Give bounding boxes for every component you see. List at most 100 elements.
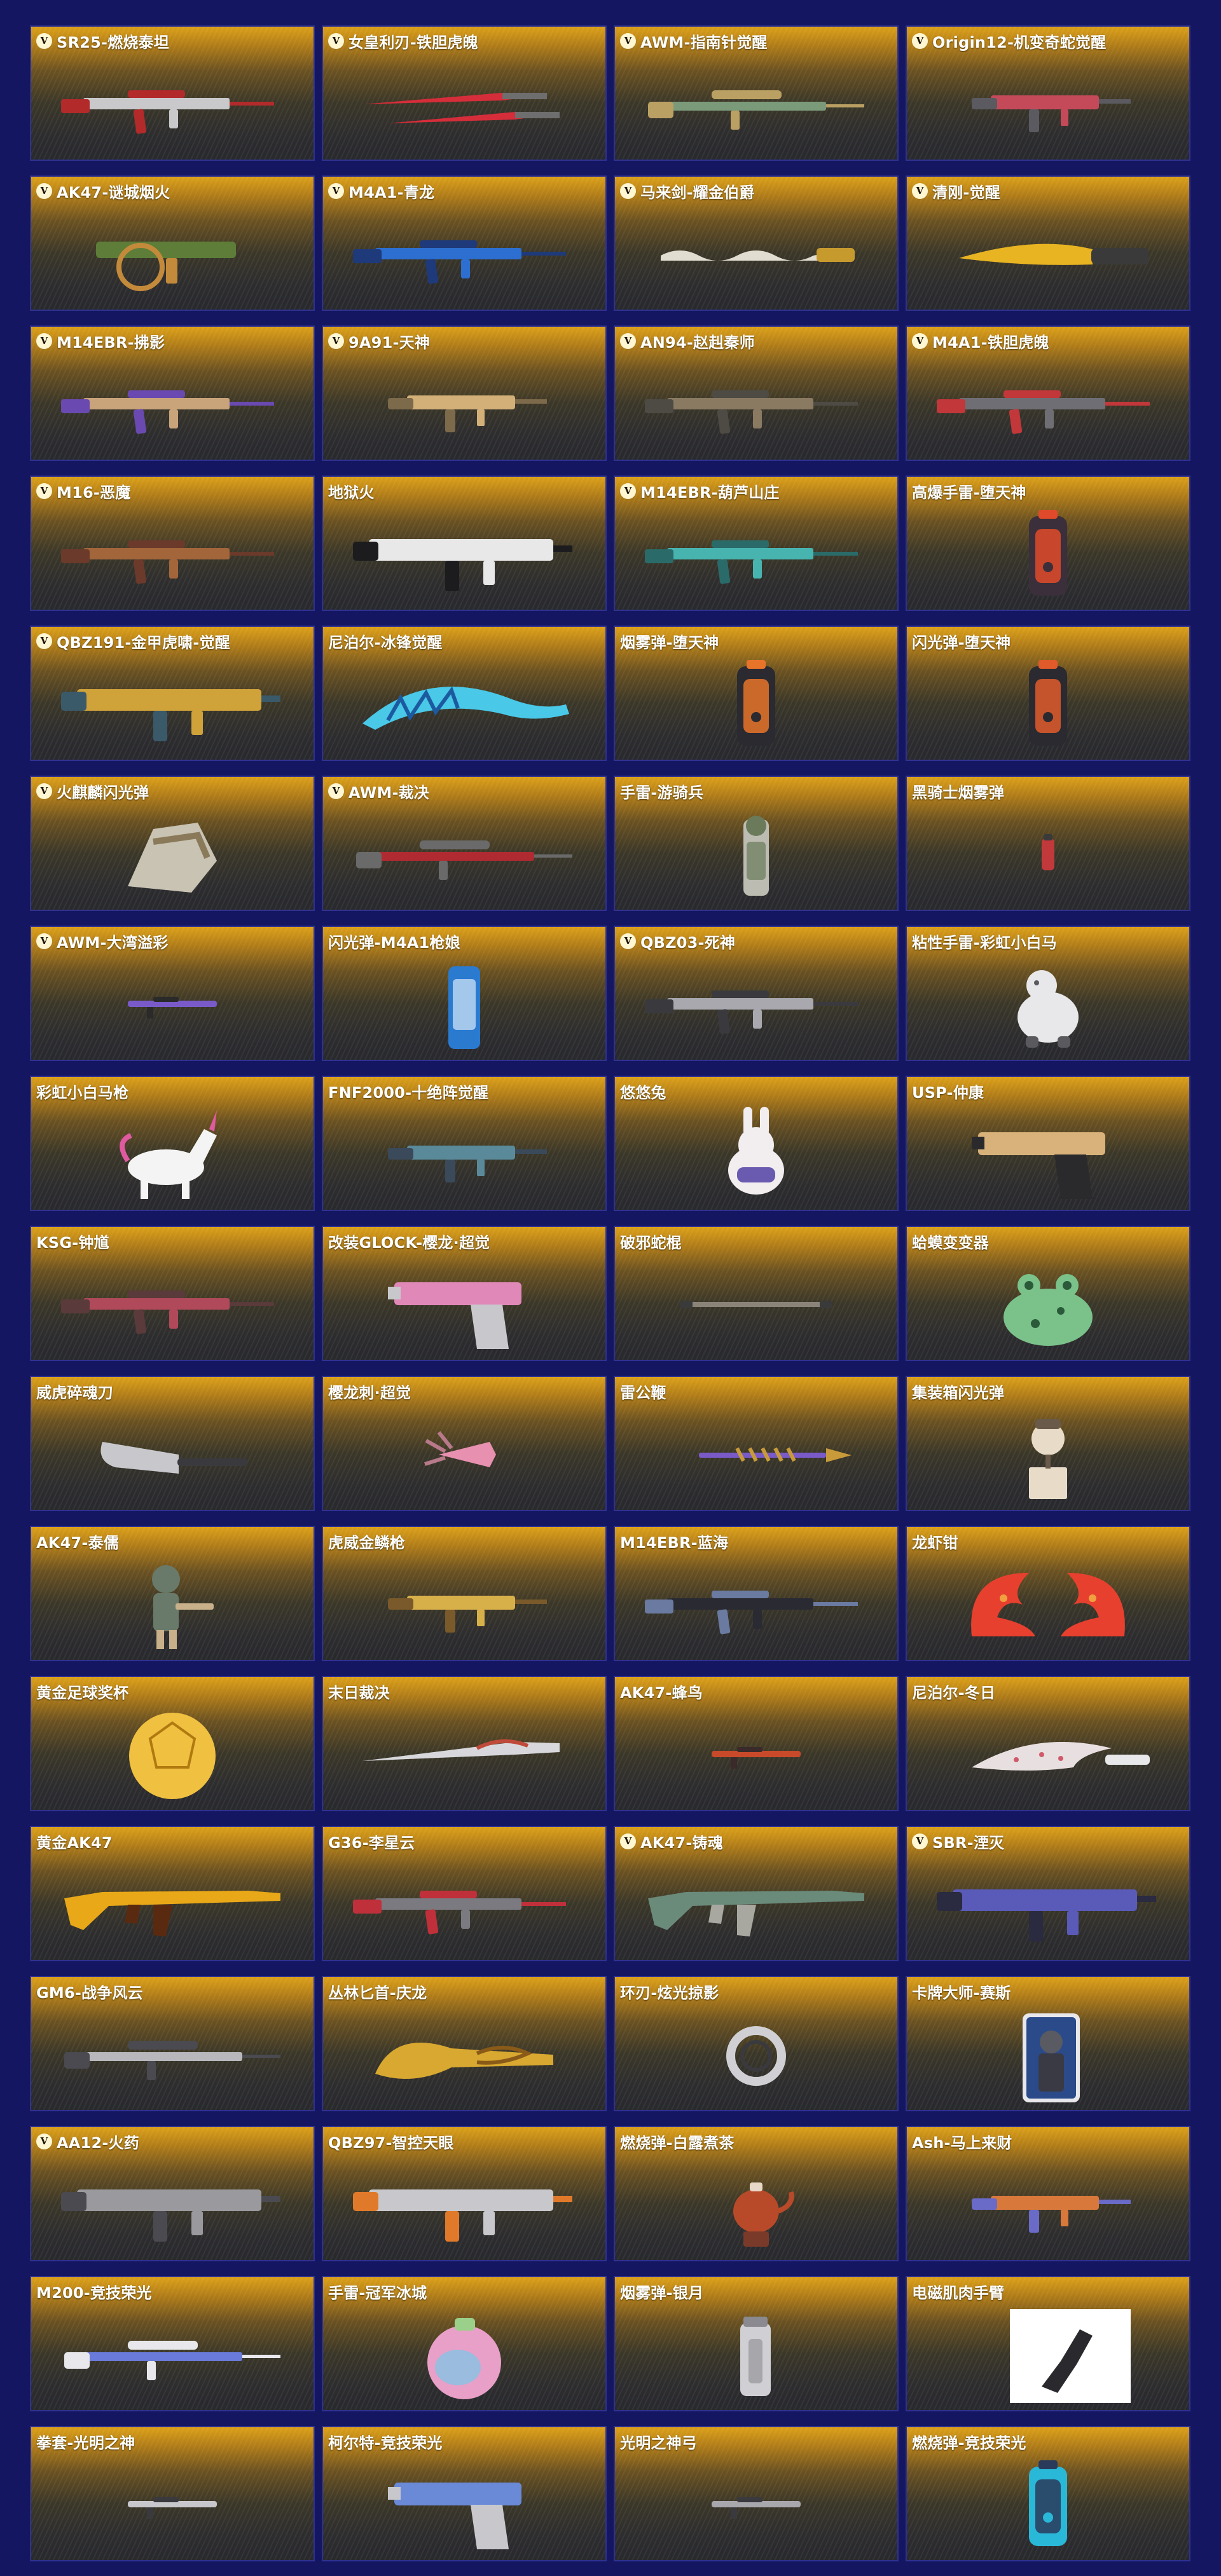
item-name: 闪光弹-堕天神 <box>912 633 1011 652</box>
item-card[interactable]: 粘性手雷-彩虹小白马 <box>906 926 1190 1061</box>
item-card[interactable]: 黄金AK47 <box>30 1826 315 1961</box>
item-header: 手雷-冠军冰城 <box>328 2282 602 2302</box>
item-card[interactable]: V 马来剑-耀金伯爵 <box>614 175 899 311</box>
item-name: 末日裁决 <box>328 1683 390 1702</box>
item-card[interactable]: 雷公鞭 <box>614 1376 899 1511</box>
item-image <box>31 1102 314 1206</box>
item-name: AWM-指南针觉醒 <box>640 33 768 51</box>
item-header: 闪光弹-M4A1枪娘 <box>328 931 602 952</box>
item-image <box>31 652 314 756</box>
item-card[interactable]: V 清刚-觉醒 <box>906 175 1190 311</box>
item-header: 丛林匕首-庆龙 <box>328 1982 602 2002</box>
item-card[interactable]: USP-仲康 <box>906 1076 1190 1211</box>
item-card[interactable]: 拳套-光明之神 <box>30 2426 315 2561</box>
item-name: 烟雾弹-堕天神 <box>620 633 719 652</box>
item-name: 虎威金鳞枪 <box>328 1533 405 1552</box>
item-card[interactable]: FNF2000-十绝阵觉醒 <box>322 1076 607 1211</box>
item-card[interactable]: 末日裁决 <box>322 1676 607 1811</box>
item-card[interactable]: V Origin12-机变奇蛇觉醒 <box>906 25 1190 161</box>
item-card[interactable]: 尼泊尔-冰锋觉醒 <box>322 626 607 761</box>
item-card[interactable]: V M14EBR-葫芦山庄 <box>614 476 899 611</box>
item-card[interactable]: GM6-战争风云 <box>30 1976 315 2111</box>
item-name: 改装GLOCK-樱龙·超觉 <box>328 1233 490 1252</box>
item-card[interactable]: 蛤蟆变变器 <box>906 1226 1190 1361</box>
item-card[interactable]: M14EBR-蓝海 <box>614 1526 899 1661</box>
item-card[interactable]: QBZ97-智控天眼 <box>322 2126 607 2261</box>
item-header: 雷公鞭 <box>620 1381 893 1402</box>
item-card[interactable]: V AN94-赵赳秦师 <box>614 325 899 461</box>
item-card[interactable]: V AWM-裁决 <box>322 776 607 911</box>
item-card[interactable]: V M4A1-铁胆虎魄 <box>906 325 1190 461</box>
item-card[interactable]: KSG-钟馗 <box>30 1226 315 1361</box>
item-card[interactable]: 光明之神弓 <box>614 2426 899 2561</box>
item-name: 烟雾弹-银月 <box>620 2284 704 2302</box>
item-card[interactable]: 闪光弹-堕天神 <box>906 626 1190 761</box>
item-card[interactable]: V SBR-湮灭 <box>906 1826 1190 1961</box>
item-card[interactable]: V 女皇利刃-铁胆虎魄 <box>322 25 607 161</box>
item-card[interactable]: 威虎碎魂刀 <box>30 1376 315 1511</box>
item-card[interactable]: 丛林匕首-庆龙 <box>322 1976 607 2111</box>
item-card[interactable]: 黑骑士烟雾弹 <box>906 776 1190 911</box>
item-card[interactable]: 彩虹小白马枪 <box>30 1076 315 1211</box>
item-image <box>31 2453 314 2556</box>
item-card[interactable]: 地狱火 <box>322 476 607 611</box>
item-name: 拳套-光明之神 <box>36 2434 135 2452</box>
item-card[interactable]: V AA12-火药 <box>30 2126 315 2261</box>
item-card[interactable]: V M16-恶魔 <box>30 476 315 611</box>
item-card[interactable]: 虎威金鳞枪 <box>322 1526 607 1661</box>
item-card[interactable]: 高爆手雷-堕天神 <box>906 476 1190 611</box>
item-image <box>907 502 1189 606</box>
item-name: 高爆手雷-堕天神 <box>912 483 1026 502</box>
item-card[interactable]: M200-竞技荣光 <box>30 2276 315 2411</box>
item-image <box>615 1102 897 1206</box>
item-header: 黑骑士烟雾弹 <box>912 781 1185 802</box>
item-card[interactable]: 樱龙刺·超觉 <box>322 1376 607 1511</box>
item-card[interactable]: AK47-蜂鸟 <box>614 1676 899 1811</box>
item-card[interactable]: 悠悠兔 <box>614 1076 899 1211</box>
item-header: USP-仲康 <box>912 1081 1185 1102</box>
item-card[interactable]: 燃烧弹-白露煮茶 <box>614 2126 899 2261</box>
item-header: V Origin12-机变奇蛇觉醒 <box>912 31 1185 51</box>
item-image <box>907 2303 1189 2406</box>
item-card[interactable]: V AK47-谜城烟火 <box>30 175 315 311</box>
item-image <box>323 2153 605 2256</box>
item-header: 柯尔特-竞技荣光 <box>328 2432 602 2452</box>
item-card[interactable]: 龙虾钳 <box>906 1526 1190 1661</box>
item-card[interactable]: V SR25-燃烧泰坦 <box>30 25 315 161</box>
item-card[interactable]: 烟雾弹-堕天神 <box>614 626 899 761</box>
item-name: 电磁肌肉手臂 <box>912 2284 1005 2302</box>
item-card[interactable]: 电磁肌肉手臂 <box>906 2276 1190 2411</box>
item-card[interactable]: 黄金足球奖杯 <box>30 1676 315 1811</box>
item-card[interactable]: AK47-泰儒 <box>30 1526 315 1661</box>
item-card[interactable]: 手雷-冠军冰城 <box>322 2276 607 2411</box>
item-card[interactable]: 改装GLOCK-樱龙·超觉 <box>322 1226 607 1361</box>
item-card[interactable]: V M4A1-青龙 <box>322 175 607 311</box>
item-header: 拳套-光明之神 <box>36 2432 310 2452</box>
item-card[interactable]: 集装箱闪光弹 <box>906 1376 1190 1511</box>
item-card[interactable]: 破邪蛇棍 <box>614 1226 899 1361</box>
item-card[interactable]: 环刃-炫光掠影 <box>614 1976 899 2111</box>
item-card[interactable]: Ash-马上来财 <box>906 2126 1190 2261</box>
item-card[interactable]: 闪光弹-M4A1枪娘 <box>322 926 607 1061</box>
item-card[interactable]: 烟雾弹-银月 <box>614 2276 899 2411</box>
item-card[interactable]: 燃烧弹-竞技荣光 <box>906 2426 1190 2561</box>
v-badge-icon: V <box>36 2133 52 2149</box>
item-card[interactable]: V AWM-大湾溢彩 <box>30 926 315 1061</box>
item-card[interactable]: V 火麒麟闪光弹 <box>30 776 315 911</box>
item-card[interactable]: V QBZ191-金甲虎啸-觉醒 <box>30 626 315 761</box>
item-name: AK47-铸魂 <box>640 1833 723 1852</box>
item-card[interactable]: 手雷-游骑兵 <box>614 776 899 911</box>
item-card[interactable]: G36-李星云 <box>322 1826 607 1961</box>
v-badge-icon: V <box>328 32 344 49</box>
item-card[interactable]: V 9A91-天神 <box>322 325 607 461</box>
item-card[interactable]: V AK47-铸魂 <box>614 1826 899 1961</box>
v-badge-icon: V <box>36 32 52 49</box>
item-image <box>323 352 605 456</box>
item-card[interactable]: 柯尔特-竞技荣光 <box>322 2426 607 2561</box>
item-card[interactable]: V AWM-指南针觉醒 <box>614 25 899 161</box>
item-card[interactable]: 卡牌大师-赛斯 <box>906 1976 1190 2111</box>
item-card[interactable]: V QBZ03-死神 <box>614 926 899 1061</box>
item-card[interactable]: V M14EBR-拂影 <box>30 325 315 461</box>
item-name: M14EBR-拂影 <box>57 333 165 352</box>
item-card[interactable]: 尼泊尔-冬日 <box>906 1676 1190 1811</box>
